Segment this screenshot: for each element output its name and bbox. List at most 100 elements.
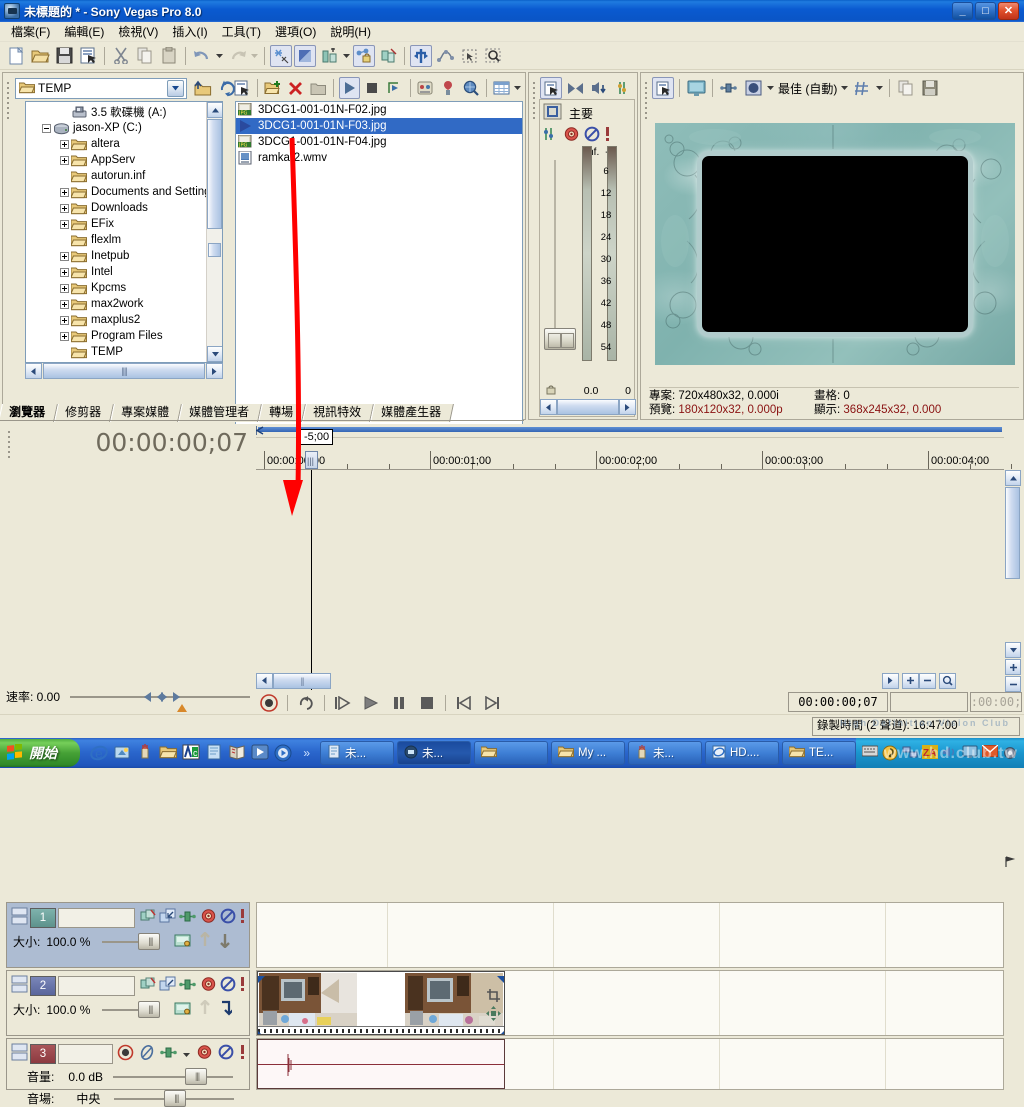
open-project-icon[interactable]	[29, 45, 51, 67]
track-1-level-slider[interactable]	[102, 932, 161, 950]
child-compositing-icon[interactable]	[218, 1000, 235, 1019]
solo-icon[interactable]	[239, 976, 246, 995]
file-list-item[interactable]: ramka-2.wmv	[236, 150, 522, 166]
selection-start-marker[interactable]	[255, 425, 264, 435]
tree-item-documents-and-settings[interactable]: Documents and Settings	[26, 184, 222, 200]
track-name-field-3[interactable]	[58, 1043, 113, 1064]
clip-fade-handle-right[interactable]	[497, 972, 504, 983]
file-list[interactable]: JPG 3DCG1-001-01N-F02.jpg 3DCG1-001-01N-F0…	[235, 101, 523, 439]
track-2-timeline-area[interactable]	[256, 970, 1004, 1036]
track-number-3[interactable]: 3	[30, 1043, 56, 1064]
scrollbar-thumb[interactable]	[207, 119, 222, 229]
tree-item-inetpub[interactable]: Inetpub	[26, 248, 222, 264]
document-icon[interactable]	[205, 744, 223, 762]
views-icon[interactable]	[491, 77, 511, 99]
path-combo[interactable]: TEMP	[15, 77, 187, 99]
timeline-ruler[interactable]: 00:00:00;00 00:00:01;00 00:00:02;00 00:00:0…	[256, 451, 1012, 470]
child-compositing-icon[interactable]	[218, 932, 232, 951]
scroll-up-icon[interactable]	[207, 102, 222, 118]
scrollbar-thumb[interactable]	[557, 399, 619, 415]
expand-plus-icon[interactable]	[58, 312, 71, 328]
scroll-left-icon[interactable]	[25, 363, 42, 379]
book-icon[interactable]	[228, 744, 246, 762]
start-button[interactable]: 開始	[0, 739, 81, 767]
track-name-field-1[interactable]	[58, 907, 135, 928]
tree-vertical-scrollbar[interactable]	[206, 102, 222, 362]
views-dropdown-icon[interactable]	[513, 77, 523, 99]
visual-studio-icon[interactable]: c	[182, 743, 200, 762]
playback-rate-slider[interactable]	[70, 689, 250, 705]
track-motion-icon[interactable]	[179, 978, 197, 994]
panel-grip[interactable]	[5, 79, 11, 409]
fader-lock-icon[interactable]	[545, 383, 557, 398]
track-number-1[interactable]: 1	[30, 907, 56, 928]
add-folder-favorites-icon[interactable]	[438, 77, 458, 99]
pause-button[interactable]	[386, 692, 412, 714]
clip-fade-handle-left[interactable]	[258, 972, 265, 983]
chevron-down-icon[interactable]	[167, 79, 184, 97]
timeline-cursor-handle[interactable]: |||	[305, 451, 318, 469]
auto-preview-icon[interactable]	[384, 77, 404, 99]
scrollbar-grip[interactable]	[208, 243, 221, 257]
taskbar-button[interactable]: HD....	[705, 741, 779, 765]
save-snapshot-icon[interactable]	[919, 77, 941, 99]
tree-item-max2work[interactable]: max2work	[26, 296, 222, 312]
menu-edit[interactable]: 編輯(E)	[57, 21, 111, 42]
track-1-timeline-area[interactable]	[256, 902, 1004, 968]
video-event-clip[interactable]	[257, 971, 505, 1035]
lock-envelopes-icon[interactable]	[353, 44, 375, 67]
go-to-start-button[interactable]	[451, 692, 477, 714]
track-fx-icon[interactable]	[160, 1046, 178, 1062]
track-fx-icon[interactable]	[139, 976, 156, 995]
preview-quality-dropdown2-icon[interactable]	[839, 77, 850, 99]
collapse-minus-icon[interactable]	[40, 120, 53, 136]
expand-plus-icon[interactable]	[58, 264, 71, 280]
track-minimize-icon[interactable]	[10, 974, 30, 997]
start-preview-icon[interactable]	[339, 77, 360, 99]
scrollbar-thumb[interactable]	[1005, 487, 1020, 579]
solo-icon[interactable]	[239, 908, 246, 927]
taskbar-button[interactable]: 未...	[320, 741, 394, 765]
track-number-2[interactable]: 2	[30, 975, 56, 996]
mixer-horizontal-scrollbar[interactable]	[540, 399, 636, 416]
invert-phase-icon[interactable]	[139, 1044, 155, 1064]
scroll-left-icon[interactable]	[256, 672, 273, 689]
project-properties-icon[interactable]	[77, 45, 99, 67]
tree-item-intel[interactable]: Intel	[26, 264, 222, 280]
downmix-output-icon[interactable]	[564, 77, 586, 99]
tray-network-icon[interactable]	[902, 745, 918, 761]
paste-icon[interactable]	[158, 45, 180, 67]
clip-crop-icon[interactable]	[486, 988, 501, 1003]
up-one-level-icon[interactable]	[191, 77, 213, 99]
maximize-button[interactable]: □	[975, 2, 996, 20]
tree-item-temp[interactable]: TEMP	[26, 344, 222, 360]
bus-automation-icon[interactable]	[563, 126, 580, 145]
track-motion-icon[interactable]	[179, 910, 197, 926]
tree-item-flexlm[interactable]: flexlm	[26, 232, 222, 248]
timecode-tertiary[interactable]: 00:00:00;05	[970, 692, 1022, 712]
taskbar-button[interactable]	[474, 741, 548, 765]
panel-grip[interactable]	[531, 79, 537, 409]
timeline-horizontal-scrollbar[interactable]: ||	[256, 672, 956, 689]
track-fx-icon[interactable]	[139, 908, 156, 927]
tray-display-icon[interactable]	[962, 745, 978, 761]
menu-file[interactable]: 檔案(F)	[4, 21, 57, 42]
menu-help[interactable]: 說明(H)	[323, 21, 378, 42]
grid-overlay-dropdown-icon[interactable]	[874, 77, 885, 99]
track-3-timeline-area[interactable]	[256, 1038, 1004, 1090]
grid-overlay-icon[interactable]	[851, 77, 873, 99]
record-button[interactable]	[256, 692, 282, 714]
track-header-3[interactable]: 3 音量: 0.0 dB ||| 音場: 中央 |||	[6, 1038, 250, 1107]
tray-volume-icon[interactable]	[942, 745, 958, 761]
expand-plus-icon[interactable]	[58, 328, 71, 344]
media-app-icon[interactable]	[251, 744, 269, 762]
bus-mute-icon[interactable]	[584, 126, 600, 145]
zoom-in-vertical-icon[interactable]	[1005, 659, 1021, 675]
new-project-icon[interactable]	[5, 45, 27, 67]
tree-item-appserv[interactable]: AppServ	[26, 152, 222, 168]
selection-range-bar[interactable]	[258, 427, 1002, 432]
scrollbar-thumb[interactable]: ||	[273, 672, 331, 689]
cut-icon[interactable]	[110, 45, 132, 67]
dim-output-icon[interactable]	[588, 77, 610, 99]
timeline-vertical-scrollbar[interactable]	[1005, 470, 1022, 692]
